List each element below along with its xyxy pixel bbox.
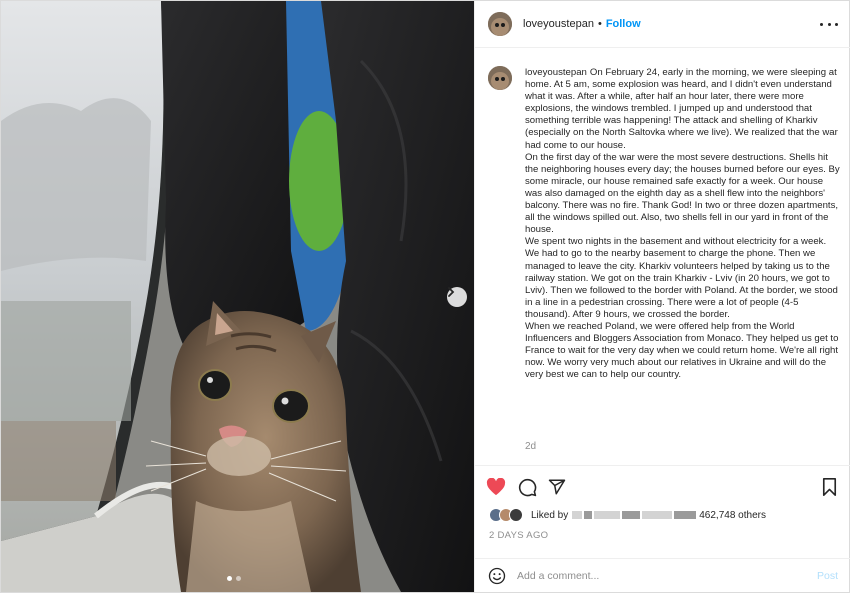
caption-username[interactable]: loveyoustepan (525, 67, 587, 78)
post-date[interactable]: 2 DAYS AGO (489, 530, 548, 541)
redacted-username (572, 511, 583, 519)
redacted-username (642, 511, 673, 519)
header-separator: • (597, 18, 602, 30)
share-button[interactable] (546, 477, 568, 497)
carousel-dots (227, 576, 241, 581)
avatar-cat-image (488, 12, 512, 36)
caption-paragraph: loveyoustepan On February 24, early in th… (525, 67, 841, 152)
caption-paragraph: When we reached Poland, we were offered … (525, 320, 839, 381)
carousel-next-button[interactable] (447, 287, 467, 307)
post-sidebar: loveyoustepan • Follow loveyoustepan On F… (474, 1, 850, 592)
carousel-dot (236, 576, 241, 581)
emoji-icon (488, 567, 506, 585)
post-photo[interactable] (1, 1, 474, 592)
avatar[interactable] (488, 12, 512, 36)
post-actions: Liked by 462,748 others 2 DAYS AGO Add a… (475, 465, 850, 592)
chevron-right-icon (448, 287, 455, 297)
save-button[interactable] (819, 477, 839, 497)
instagram-post: loveyoustepan • Follow loveyoustepan On F… (0, 0, 850, 593)
avatar-cat-image (488, 66, 512, 90)
likes-row: Liked by 462,748 others (489, 507, 766, 523)
more-options-icon[interactable] (820, 18, 838, 30)
comment-button[interactable] (516, 477, 538, 497)
caption-text: On February 24, early in the morning, we… (525, 67, 838, 151)
bookmark-icon (822, 478, 836, 496)
post-header: loveyoustepan • Follow (475, 1, 850, 48)
like-button[interactable] (485, 477, 507, 497)
likes-text: Liked by 462,748 others (531, 510, 766, 521)
redacted-username (622, 511, 641, 519)
redacted-username (594, 511, 621, 519)
post-caption: loveyoustepan On February 24, early in th… (525, 67, 841, 381)
caption-paragraph: On the first day of the war were the mos… (525, 151, 840, 236)
comment-icon (518, 478, 536, 496)
post-comment-button[interactable]: Post (817, 570, 838, 582)
carousel-dot-active (227, 576, 232, 581)
header-username[interactable]: loveyoustepan (523, 18, 594, 30)
follow-button[interactable]: Follow (606, 18, 641, 30)
liked-by-label: Liked by (531, 509, 569, 521)
comment-input[interactable] (517, 570, 807, 582)
cat-photo-illustration (1, 1, 474, 592)
share-icon (548, 479, 566, 495)
comment-bar: Post (475, 558, 850, 593)
likes-count[interactable]: 462,748 others (699, 510, 766, 521)
caption-timestamp[interactable]: 2d (525, 441, 536, 452)
emoji-button[interactable] (487, 566, 507, 586)
caption-avatar[interactable] (488, 66, 512, 90)
liker-avatar[interactable] (509, 508, 523, 522)
redacted-username (584, 511, 593, 519)
caption-area: loveyoustepan On February 24, early in th… (475, 49, 850, 464)
redacted-username (674, 511, 697, 519)
caption-paragraph: We spent two nights in the basement and … (525, 236, 838, 320)
heart-icon (486, 478, 506, 496)
